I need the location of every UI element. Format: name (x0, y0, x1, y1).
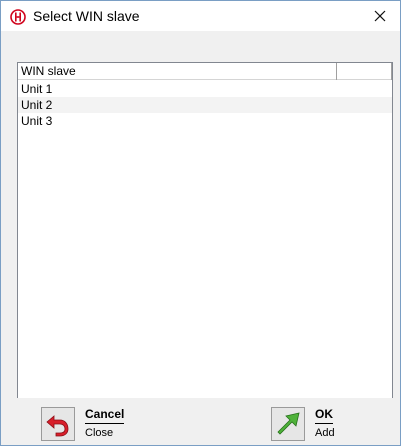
cancel-sublabel: Close (85, 427, 114, 439)
ok-label: OK (315, 407, 333, 424)
window-title: Select WIN slave (33, 8, 140, 24)
undo-arrow-icon (41, 407, 75, 441)
list-item[interactable]: Unit 3 (18, 113, 392, 129)
list-item[interactable]: Unit 2 (18, 97, 392, 113)
cancel-button[interactable]: Cancel Close (41, 405, 141, 443)
close-icon (374, 10, 386, 22)
dialog-window: Select WIN slave WIN slave Unit 1 Unit 2… (0, 0, 401, 446)
ok-button[interactable]: OK Add (271, 405, 371, 443)
ok-sublabel: Add (315, 427, 335, 439)
add-arrow-icon (271, 407, 305, 441)
cancel-label: Cancel (85, 407, 125, 424)
button-bar: Cancel Close OK Add (1, 398, 400, 445)
column-header-extra[interactable] (337, 63, 392, 80)
list-body: Unit 1 Unit 2 Unit 3 (18, 81, 392, 129)
dialog-content: WIN slave Unit 1 Unit 2 Unit 3 Cancel Cl… (1, 31, 400, 445)
list-item[interactable]: Unit 1 (18, 81, 392, 97)
title-bar: Select WIN slave (1, 1, 400, 31)
close-button[interactable] (360, 1, 400, 31)
column-header-win-slave[interactable]: WIN slave (18, 63, 337, 80)
list-header: WIN slave (18, 63, 392, 80)
win-slave-list[interactable]: WIN slave Unit 1 Unit 2 Unit 3 (17, 62, 393, 421)
app-logo-icon (10, 9, 26, 25)
